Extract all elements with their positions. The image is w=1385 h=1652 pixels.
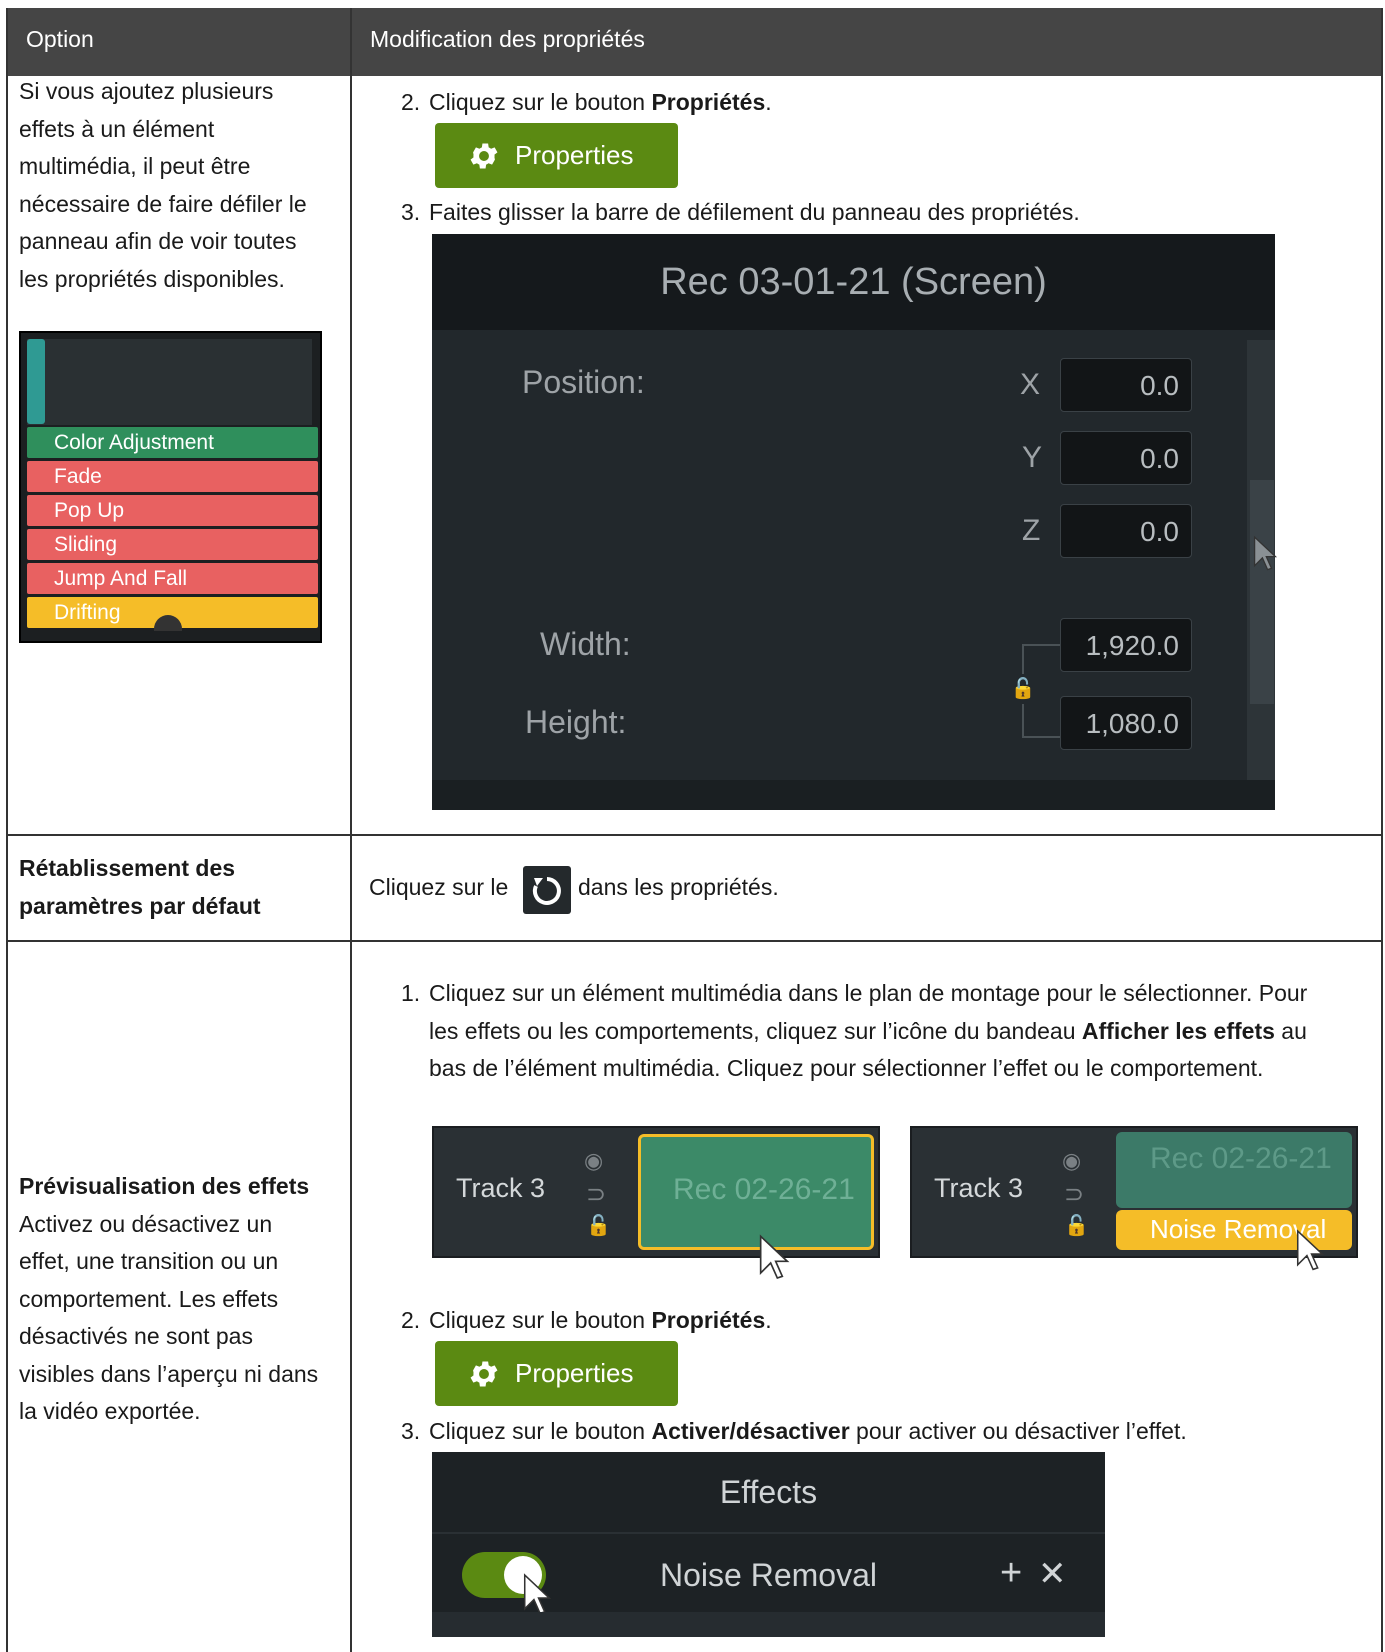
column-divider: [350, 8, 352, 1652]
z-field[interactable]: 0.0: [1060, 504, 1192, 558]
y-field[interactable]: 0.0: [1060, 431, 1192, 485]
row3-step2: 2. Cliquez sur le bouton Propriétés.: [401, 1307, 772, 1333]
row2-text-before: Cliquez sur le: [369, 874, 509, 900]
y-label: Y: [1022, 441, 1043, 474]
eye-icon[interactable]: ◉: [584, 1148, 603, 1174]
gear-icon: [470, 1361, 498, 1386]
position-label: Position:: [522, 364, 645, 400]
panel-title: Rec 03-01-21 (Screen): [432, 234, 1275, 330]
row1-step2: 2. Cliquez sur le bouton Propriétés.: [401, 89, 772, 115]
height-label: Height:: [525, 704, 627, 740]
row2-text-after: dans les propriétés.: [578, 874, 779, 900]
x-field[interactable]: 0.0: [1060, 358, 1192, 412]
stack-item-pop-up[interactable]: Pop Up: [27, 495, 318, 526]
reset-button[interactable]: [523, 866, 571, 914]
stack-item-color-adjustment[interactable]: Color Adjustment: [27, 427, 318, 458]
header-option: Option: [26, 26, 94, 52]
clip-handle: [27, 339, 45, 424]
row-divider-1: [8, 834, 1381, 836]
height-field[interactable]: 1,080.0: [1060, 696, 1192, 750]
row3-text: Activez ou désactivez un effet, une tran…: [19, 1210, 319, 1425]
scrollbar-thumb[interactable]: [1250, 480, 1274, 704]
row2-title: Rétablissement des paramètres par défaut: [19, 855, 261, 919]
close-icon[interactable]: ✕: [1038, 1554, 1067, 1594]
z-label: Z: [1022, 514, 1041, 547]
width-field[interactable]: 1,920.0: [1060, 618, 1192, 672]
magnet-icon[interactable]: ⊃: [1064, 1180, 1084, 1209]
cursor-icon: [1253, 535, 1278, 571]
lock-icon[interactable]: 🔓: [586, 1213, 611, 1238]
magnet-icon[interactable]: ⊃: [586, 1180, 606, 1209]
clip-label: Rec 02-26-21: [673, 1173, 855, 1206]
lock-icon[interactable]: 🔓: [1064, 1213, 1089, 1238]
row3-step3: 3. Cliquez sur le bouton Activer/désactiv…: [401, 1418, 1187, 1444]
lock-icon[interactable]: 🔓: [1008, 674, 1038, 704]
panel-footer: [432, 780, 1275, 810]
media-clip[interactable]: Rec 02-26-21: [1116, 1132, 1352, 1208]
clip-label: Rec 02-26-21: [1150, 1142, 1332, 1175]
properties-panel: Rec 03-01-21 (Screen) Position: X 0.0 Y …: [432, 234, 1278, 810]
cursor-icon: [759, 1234, 790, 1280]
clip-thumbnail: [27, 339, 312, 425]
effects-footer: [432, 1612, 1105, 1637]
stack-item-fade[interactable]: Fade: [27, 461, 318, 492]
effects-panel: Effects Noise Removal + ✕: [432, 1452, 1105, 1637]
row3-step1: 1. Cliquez sur un élément multimédia dan…: [401, 980, 1308, 1081]
reset-icon: [532, 877, 561, 905]
effects-title: Effects: [432, 1452, 1105, 1534]
stack-item-jump-and-fall[interactable]: Jump And Fall: [27, 563, 318, 594]
gear-icon: [470, 143, 498, 168]
track-name: Track 3: [456, 1173, 546, 1203]
cursor-icon: [1296, 1229, 1325, 1271]
table-header: Option Modification des propriétés: [8, 8, 1381, 76]
track-panel-effects: Track 3 ◉ ⊃ 🔓 Rec 02-26-21 Noise Removal: [910, 1126, 1358, 1271]
timeline-effects-stack: Color Adjustment Fade Pop Up Sliding Jum…: [19, 331, 322, 643]
x-label: X: [1020, 368, 1041, 401]
row3-title: Prévisualisation des effets: [19, 1173, 310, 1199]
stack-item-sliding[interactable]: Sliding: [27, 529, 318, 560]
track-panel-selected: Track 3 ◉ ⊃ 🔓 Rec 02-26-21: [432, 1126, 880, 1280]
width-label: Width:: [540, 626, 631, 662]
add-icon[interactable]: +: [1000, 1552, 1022, 1595]
eye-icon[interactable]: ◉: [1062, 1148, 1081, 1174]
row3-description: Prévisualisation des effets Activez ou d…: [19, 1168, 329, 1431]
row-divider-2: [8, 940, 1381, 942]
track-name: Track 3: [934, 1173, 1024, 1203]
row1-description: Si vous ajoutez plusieurs effets à un él…: [19, 78, 307, 292]
properties-button[interactable]: Properties: [435, 123, 678, 188]
properties-button[interactable]: Properties: [435, 1341, 678, 1406]
header-modification: Modification des propriétés: [370, 26, 645, 52]
row1-step3: 3. Faites glisser la barre de défilement …: [401, 199, 1080, 225]
